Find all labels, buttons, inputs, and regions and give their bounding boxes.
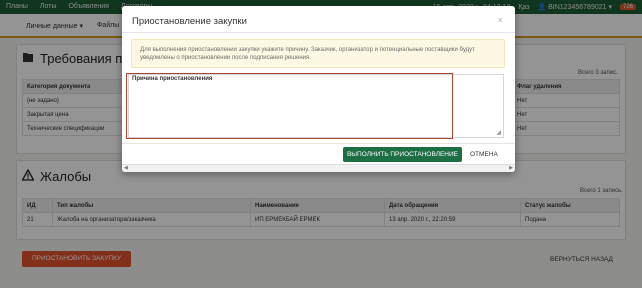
- cancel-button[interactable]: ОТМЕНА: [470, 151, 498, 158]
- modal-title: Приостановление закупки: [132, 16, 247, 27]
- resize-handle-icon[interactable]: ◢: [496, 129, 501, 136]
- divider: [122, 143, 515, 144]
- info-alert: Для выполнения приостановлении закупки у…: [131, 39, 505, 68]
- confirm-suspend-button[interactable]: ВЫПОЛНИТЬ ПРИОСТАНОВЛЕНИЕ: [343, 147, 462, 162]
- scroll-right-icon[interactable]: ▶: [509, 165, 513, 171]
- suspend-modal: Приостановление закупки × Для выполнения…: [122, 6, 515, 172]
- divider: [122, 32, 515, 33]
- scroll-left-icon[interactable]: ◀: [124, 165, 128, 171]
- horizontal-scrollbar[interactable]: ◀ ▶: [122, 164, 515, 172]
- close-icon[interactable]: ×: [498, 15, 503, 25]
- reason-label: Причина приостановления: [132, 76, 213, 82]
- highlight-frame: [126, 73, 453, 139]
